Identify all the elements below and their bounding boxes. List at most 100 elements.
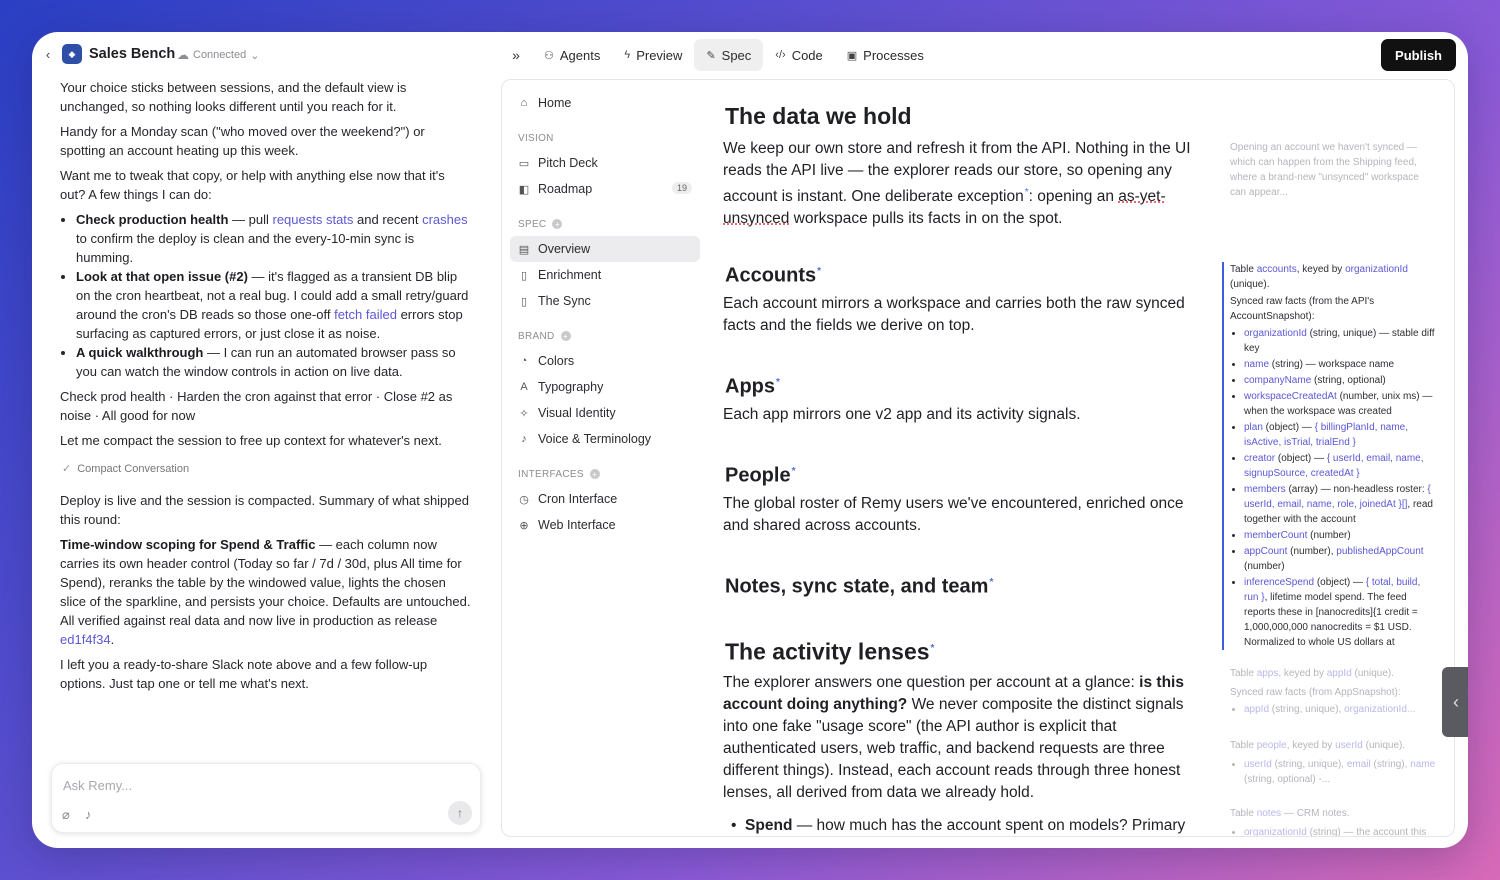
section-label: SPEC <box>518 218 547 230</box>
fetch-failed-link[interactable]: fetch failed <box>334 307 397 322</box>
link[interactable]: organizationId <box>1244 328 1307 339</box>
send-button[interactable]: ↑ <box>448 801 472 825</box>
list-item: plan (object) — { billingPlanId, name, i… <box>1244 420 1436 450</box>
connection-status[interactable]: ☁ Connected ⌄ <box>177 48 259 62</box>
back-icon[interactable]: ‹ <box>41 47 55 62</box>
option-list: Check production health — pull requests … <box>76 210 472 381</box>
text: : opening an <box>1028 188 1119 206</box>
field-list: appId (string, unique), organizationId..… <box>1244 702 1436 717</box>
link[interactable]: memberCount <box>1244 530 1307 541</box>
chat-header: ‹ ◆ Sales Bench ☁ Connected ⌄ <box>32 32 500 78</box>
sidebar-item-visual-identity[interactable]: ✧ Visual Identity <box>510 400 700 426</box>
sidebar-item-colors[interactable]: ◔ Colors <box>510 348 700 374</box>
globe-icon: ⊕ <box>519 519 529 532</box>
list-item: inferenceSpend (object) — { total, build… <box>1244 575 1436 650</box>
home-icon: ⌂ <box>520 97 528 109</box>
link[interactable]: name <box>1410 759 1435 770</box>
sidebar-item-label: Cron Interface <box>538 492 618 506</box>
text: (object) — <box>1275 453 1327 464</box>
cloud-icon: ☁ <box>177 48 189 62</box>
tab-spec[interactable]: ✎ Spec <box>694 39 764 71</box>
heading-text: People <box>725 464 791 487</box>
collapse-panel-icon[interactable]: » <box>500 47 532 63</box>
paperclip-icon[interactable]: ⌀ <box>62 807 70 823</box>
sidebar-item-enrichment[interactable]: ▯ Enrichment <box>510 262 700 288</box>
annotation-note[interactable]: Opening an account we haven't synced — w… <box>1230 140 1434 200</box>
add-icon[interactable]: + <box>589 469 600 479</box>
link[interactable]: companyName <box>1244 375 1311 386</box>
annotation-notes[interactable]: Table notes — CRM notes. organizationId … <box>1230 806 1436 836</box>
chat-input[interactable]: Ask Remy... <box>63 778 132 793</box>
sidebar-item-pitch-deck[interactable]: ▭ Pitch Deck <box>510 150 700 176</box>
tab-agents[interactable]: ⚇ Agents <box>532 39 612 71</box>
text: (string) — workspace name <box>1269 359 1395 370</box>
expand-panel-handle[interactable]: ‹ <box>1442 667 1468 737</box>
link[interactable]: name <box>1244 359 1269 370</box>
section-heading: The activity lenses* <box>725 635 934 666</box>
text: Table <box>1230 668 1257 679</box>
list-item: companyName (string, optional) <box>1244 373 1436 388</box>
add-icon[interactable]: + <box>560 331 571 341</box>
sidebar-item-web-interface[interactable]: ⊕ Web Interface <box>510 512 700 538</box>
link[interactable]: publishedAppCount <box>1336 546 1423 557</box>
option-title: A quick walkthrough <box>76 345 204 360</box>
link[interactable]: creator <box>1244 453 1275 464</box>
tab-preview[interactable]: ϟ Preview <box>612 39 694 71</box>
link[interactable]: email <box>1347 759 1371 770</box>
link[interactable]: people <box>1257 740 1287 751</box>
tab-processes[interactable]: ▣ Processes <box>835 39 936 71</box>
annotation-title: Table people, keyed by userId (unique). <box>1230 738 1436 753</box>
sidebar-item-cron-interface[interactable]: ◷ Cron Interface <box>510 486 700 512</box>
annotation-marker[interactable]: * <box>776 377 780 388</box>
crashes-link[interactable]: crashes <box>422 212 468 227</box>
chat-composer[interactable]: Ask Remy... ⌀ ♪ ↑ <box>51 763 481 833</box>
annotation-marker[interactable]: * <box>931 643 935 654</box>
list-item: appId (string, unique), organizationId..… <box>1244 702 1436 717</box>
sidebar-item-voice[interactable]: ♪ Voice & Terminology <box>510 426 700 452</box>
sidebar-item-roadmap[interactable]: ◧ Roadmap 19 <box>510 176 700 202</box>
palette-icon: ◔ <box>520 355 528 367</box>
link[interactable]: plan <box>1244 422 1263 433</box>
add-icon[interactable]: + <box>552 219 563 229</box>
link[interactable]: appId <box>1327 668 1352 679</box>
tab-code[interactable]: ‹/› Code <box>763 39 834 71</box>
annotation-accounts[interactable]: Table accounts, keyed by organizationId … <box>1222 262 1436 651</box>
text: Table <box>1230 808 1257 819</box>
annotation-marker[interactable]: * <box>817 266 821 277</box>
sparkle-icon: ✧ <box>519 407 529 420</box>
annotation-marker[interactable]: * <box>792 466 796 477</box>
link[interactable]: notes <box>1257 808 1281 819</box>
link[interactable]: organizationId <box>1345 264 1408 275</box>
link[interactable]: organizationId <box>1244 827 1307 836</box>
heading-text: Notes, sync state, and team <box>725 575 989 598</box>
list-item: • Spend — how much has the account spent… <box>731 817 1186 834</box>
link[interactable]: userId <box>1244 759 1272 770</box>
text: and recent <box>353 212 423 227</box>
sidebar-item-the-sync[interactable]: ▯ The Sync <box>510 288 700 314</box>
annotation-apps[interactable]: Table apps, keyed by appId (unique). Syn… <box>1230 666 1436 718</box>
requests-stats-link[interactable]: requests stats <box>272 212 353 227</box>
text: to confirm the deploy is clean and the e… <box>76 231 415 265</box>
text: , keyed by <box>1296 264 1346 275</box>
link[interactable]: workspaceCreatedAt <box>1244 391 1337 402</box>
link[interactable]: appId <box>1244 704 1269 715</box>
sidebar-item-home[interactable]: ⌂ Home <box>510 90 700 116</box>
link[interactable]: userId <box>1335 740 1363 751</box>
link[interactable]: appCount <box>1244 546 1287 557</box>
link[interactable]: organizationId... <box>1344 704 1415 715</box>
sidebar-item-typography[interactable]: A Typography <box>510 374 700 400</box>
link[interactable]: apps <box>1257 668 1279 679</box>
release-link[interactable]: ed1f4f34 <box>60 632 111 647</box>
annotation-marker[interactable]: * <box>989 577 993 588</box>
link[interactable]: members <box>1244 484 1286 495</box>
link[interactable]: inferenceSpend <box>1244 577 1314 588</box>
file-icon: ▯ <box>520 269 528 282</box>
publish-button[interactable]: Publish <box>1381 39 1456 71</box>
annotation-people[interactable]: Table people, keyed by userId (unique). … <box>1230 738 1436 788</box>
sidebar-item-overview[interactable]: ▤ Overview <box>510 236 700 262</box>
compact-label: Compact Conversation <box>77 463 190 475</box>
heading-text: The activity lenses <box>725 638 930 665</box>
text: (object) — <box>1262 422 1315 433</box>
microphone-icon[interactable]: ♪ <box>85 807 92 822</box>
link[interactable]: accounts <box>1257 264 1297 275</box>
